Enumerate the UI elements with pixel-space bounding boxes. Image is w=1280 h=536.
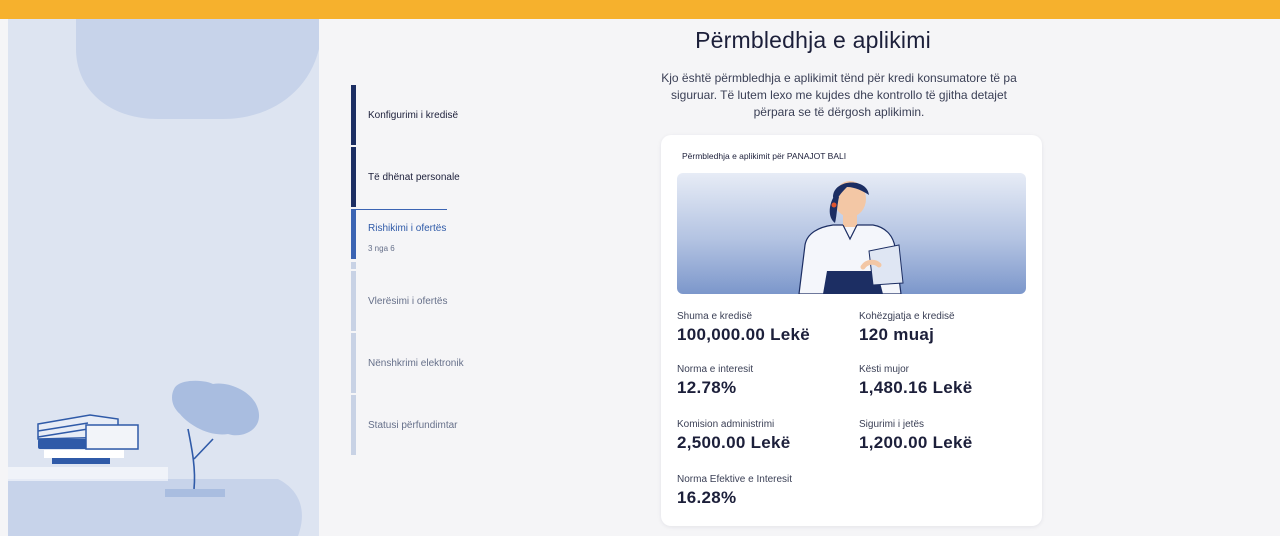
step-indicator xyxy=(351,147,356,207)
step-label: Nënshkrimi elektronik xyxy=(368,358,464,369)
fact-value: 1,480.16 Lekë xyxy=(859,378,973,397)
monthly-installment: Kësti mujor 1,480.16 Lekë xyxy=(859,364,973,398)
step-label: Konfigurimi i kredisë xyxy=(368,110,459,121)
step-personal-data[interactable]: Të dhënat personale xyxy=(351,147,551,209)
step-label: Rishikimi i ofertës xyxy=(368,223,447,234)
fact-value: 100,000.00 Lekë xyxy=(677,325,811,344)
hero-banner xyxy=(677,173,1026,294)
fact-label: Shuma e kredisë xyxy=(677,311,753,322)
main-content: Konfigurimi i kredisë Të dhënat personal… xyxy=(319,19,1280,536)
step-indicator-remaining xyxy=(351,262,356,269)
intro-text: Kjo është përmbledhja e aplikimit tënd p… xyxy=(661,71,1017,119)
life-insurance: Sigurimi i jetës 1,200.00 Lekë xyxy=(859,419,973,453)
progress-steps: Konfigurimi i kredisë Të dhënat personal… xyxy=(351,85,551,457)
top-accent-bar xyxy=(0,0,1280,19)
decorative-illustration-panel xyxy=(8,19,319,536)
effective-interest-rate: Norma Efektive e Interesit 16.28% xyxy=(677,474,792,508)
step-indicator xyxy=(351,395,356,455)
fact-label: Kohëzgjatja e kredisë xyxy=(859,311,955,322)
step-loan-configuration[interactable]: Konfigurimi i kredisë xyxy=(351,85,551,147)
application-summary-card: Përmbledhja e aplikimit për PANAJOT BALI… xyxy=(661,135,1042,526)
interest-rate: Norma e interesit 12.78% xyxy=(677,364,753,398)
step-label: Statusi përfundimtar xyxy=(368,420,458,431)
step-offer-evaluation: Vlerësimi i ofertës xyxy=(351,271,551,333)
step-final-status: Statusi përfundimtar xyxy=(351,395,551,457)
fact-value: 16.28% xyxy=(677,488,737,507)
woman-with-tablet-illustration xyxy=(798,181,904,294)
fact-value: 1,200.00 Lekë xyxy=(859,433,973,452)
step-label: Vlerësimi i ofertës xyxy=(368,296,448,307)
step-indicator xyxy=(351,209,356,259)
fact-value: 120 muaj xyxy=(859,325,935,344)
fact-label: Norma e interesit xyxy=(677,364,754,375)
step-counter: 3 nga 6 xyxy=(368,244,395,253)
step-indicator xyxy=(351,271,356,331)
loan-amount: Shuma e kredisë 100,000.00 Lekë xyxy=(677,311,810,345)
desk-illustration xyxy=(8,19,319,536)
step-offer-review[interactable]: Rishikimi i ofertës 3 nga 6 xyxy=(351,209,551,271)
step-indicator xyxy=(351,85,356,145)
step-indicator xyxy=(351,333,356,393)
fact-label: Komision administrimi xyxy=(677,419,775,430)
summary-card-title: Përmbledhja e aplikimit për PANAJOT BALI xyxy=(682,151,847,161)
fact-label: Norma Efektive e Interesit xyxy=(677,474,793,485)
page-title: Përmbledhja e aplikimi xyxy=(695,27,931,53)
fact-value: 2,500.00 Lekë xyxy=(677,433,791,452)
fact-label: Sigurimi i jetës xyxy=(859,419,925,430)
fact-label: Kësti mujor xyxy=(859,364,910,375)
step-electronic-signature: Nënshkrimi elektronik xyxy=(351,333,551,395)
fact-value: 12.78% xyxy=(677,378,737,397)
step-label: Të dhënat personale xyxy=(368,172,460,183)
current-step-line xyxy=(356,209,447,210)
administration-fee: Komision administrimi 2,500.00 Lekë xyxy=(677,419,791,453)
loan-duration: Kohëzgjatja e kredisë 120 muaj xyxy=(859,311,955,345)
